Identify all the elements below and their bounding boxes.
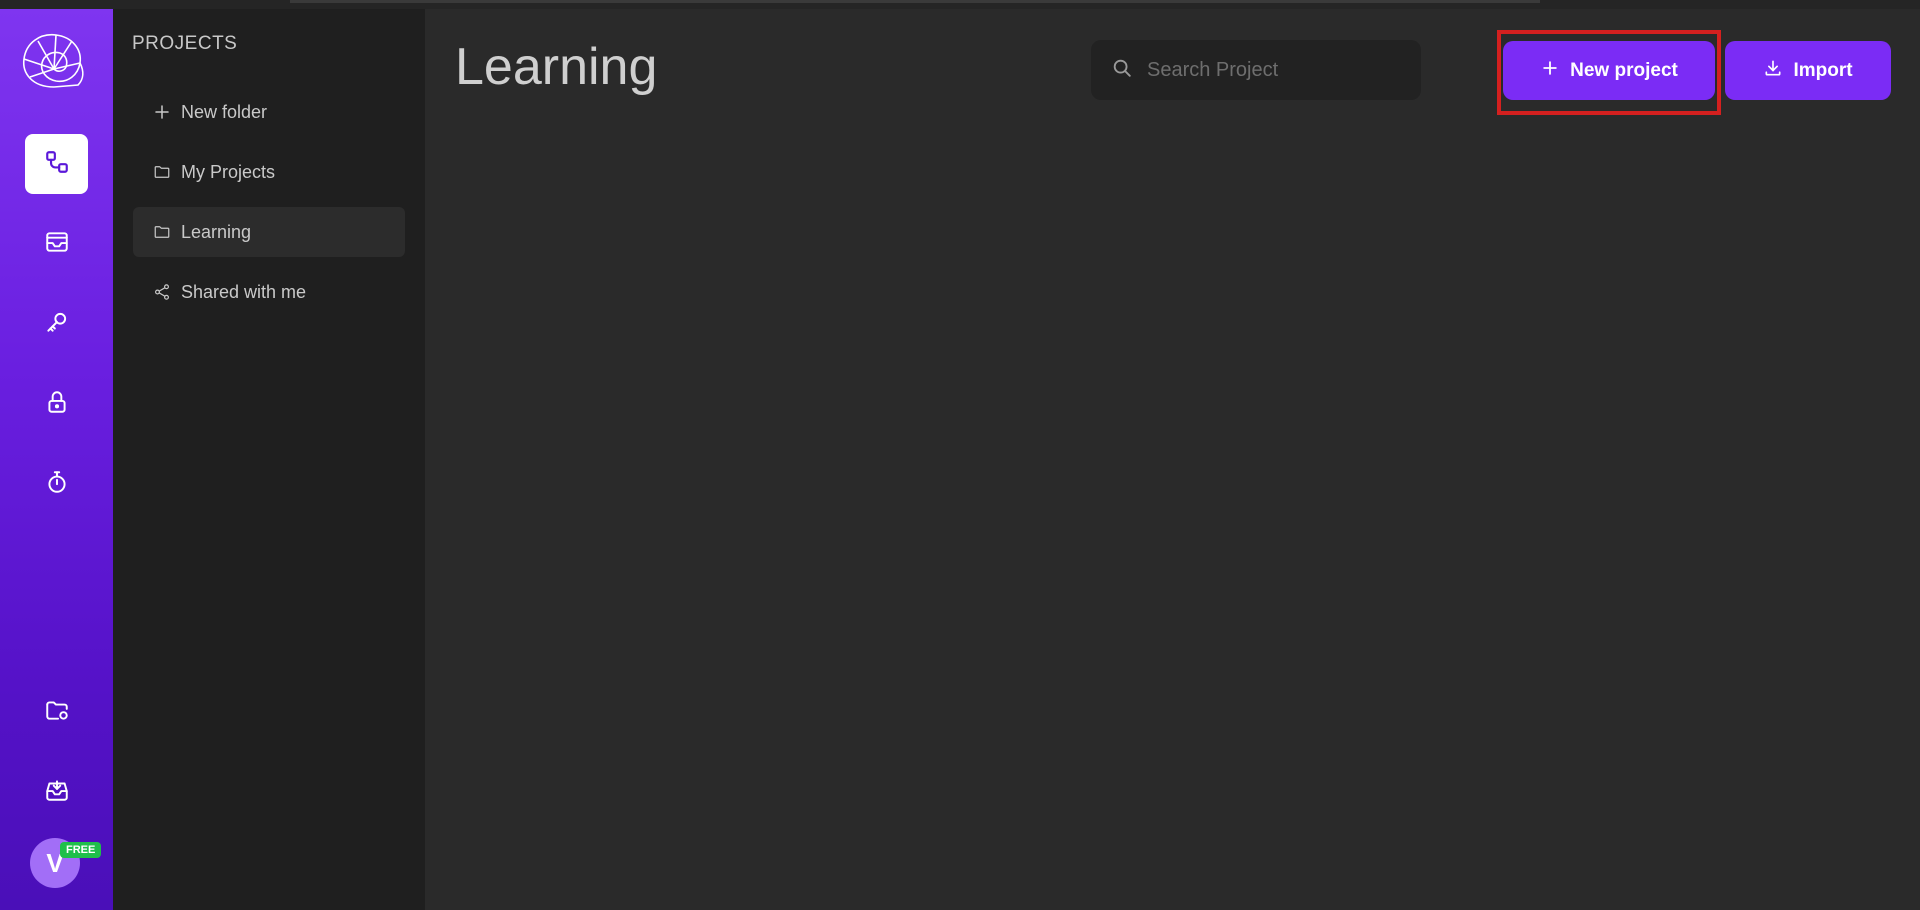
import-label: Import — [1793, 59, 1853, 81]
panel-item-label: New folder — [181, 101, 268, 122]
plus-icon — [153, 103, 171, 121]
download-icon — [1763, 58, 1793, 84]
top-border — [0, 0, 1920, 9]
folder-icon — [153, 223, 171, 241]
search-input[interactable] — [1145, 57, 1405, 83]
share-icon — [153, 283, 171, 301]
app-rail: V FREE — [0, 9, 113, 910]
panel-item-label: My Projects — [181, 161, 276, 182]
download-tray-icon — [44, 777, 70, 808]
key-icon — [44, 309, 70, 340]
timer-icon — [44, 469, 70, 500]
inbox-icon — [44, 229, 70, 260]
top-scroll-track — [290, 0, 1540, 3]
new-project-button[interactable]: New project — [1503, 41, 1715, 100]
panel-item-label: Learning — [181, 221, 252, 242]
panel-item-my-projects[interactable]: My Projects — [133, 147, 405, 197]
main-content: Learning New project Import — [425, 9, 1920, 910]
rail-item-security[interactable] — [25, 374, 88, 434]
rail-item-flows[interactable] — [25, 134, 88, 194]
flow-nodes-icon — [44, 149, 70, 180]
plan-badge: FREE — [60, 842, 102, 858]
rail-item-timer[interactable] — [25, 454, 88, 514]
folder-settings-icon — [44, 697, 70, 728]
import-button[interactable]: Import — [1725, 41, 1891, 100]
panel-item-learning[interactable]: Learning — [133, 207, 405, 257]
panel-title: PROJECTS — [132, 33, 238, 54]
folder-icon — [153, 163, 171, 181]
lock-icon — [44, 389, 70, 420]
panel-item-label: Shared with me — [181, 281, 307, 302]
nautilus-shell-icon[interactable] — [18, 27, 90, 93]
page-title: Learning — [455, 38, 658, 96]
rail-item-keys[interactable] — [25, 294, 88, 354]
search-icon — [1111, 57, 1145, 84]
rail-item-downloads[interactable] — [25, 762, 88, 822]
plus-icon — [1540, 58, 1570, 84]
projects-panel: PROJECTS New folder My Projects Learning… — [113, 9, 425, 910]
new-folder-button[interactable]: New folder — [133, 87, 405, 137]
rail-item-inbox[interactable] — [25, 214, 88, 274]
panel-item-shared-with-me[interactable]: Shared with me — [133, 267, 405, 317]
new-project-label: New project — [1570, 59, 1678, 81]
search-box[interactable] — [1091, 40, 1421, 100]
rail-item-folder-settings[interactable] — [25, 682, 88, 742]
